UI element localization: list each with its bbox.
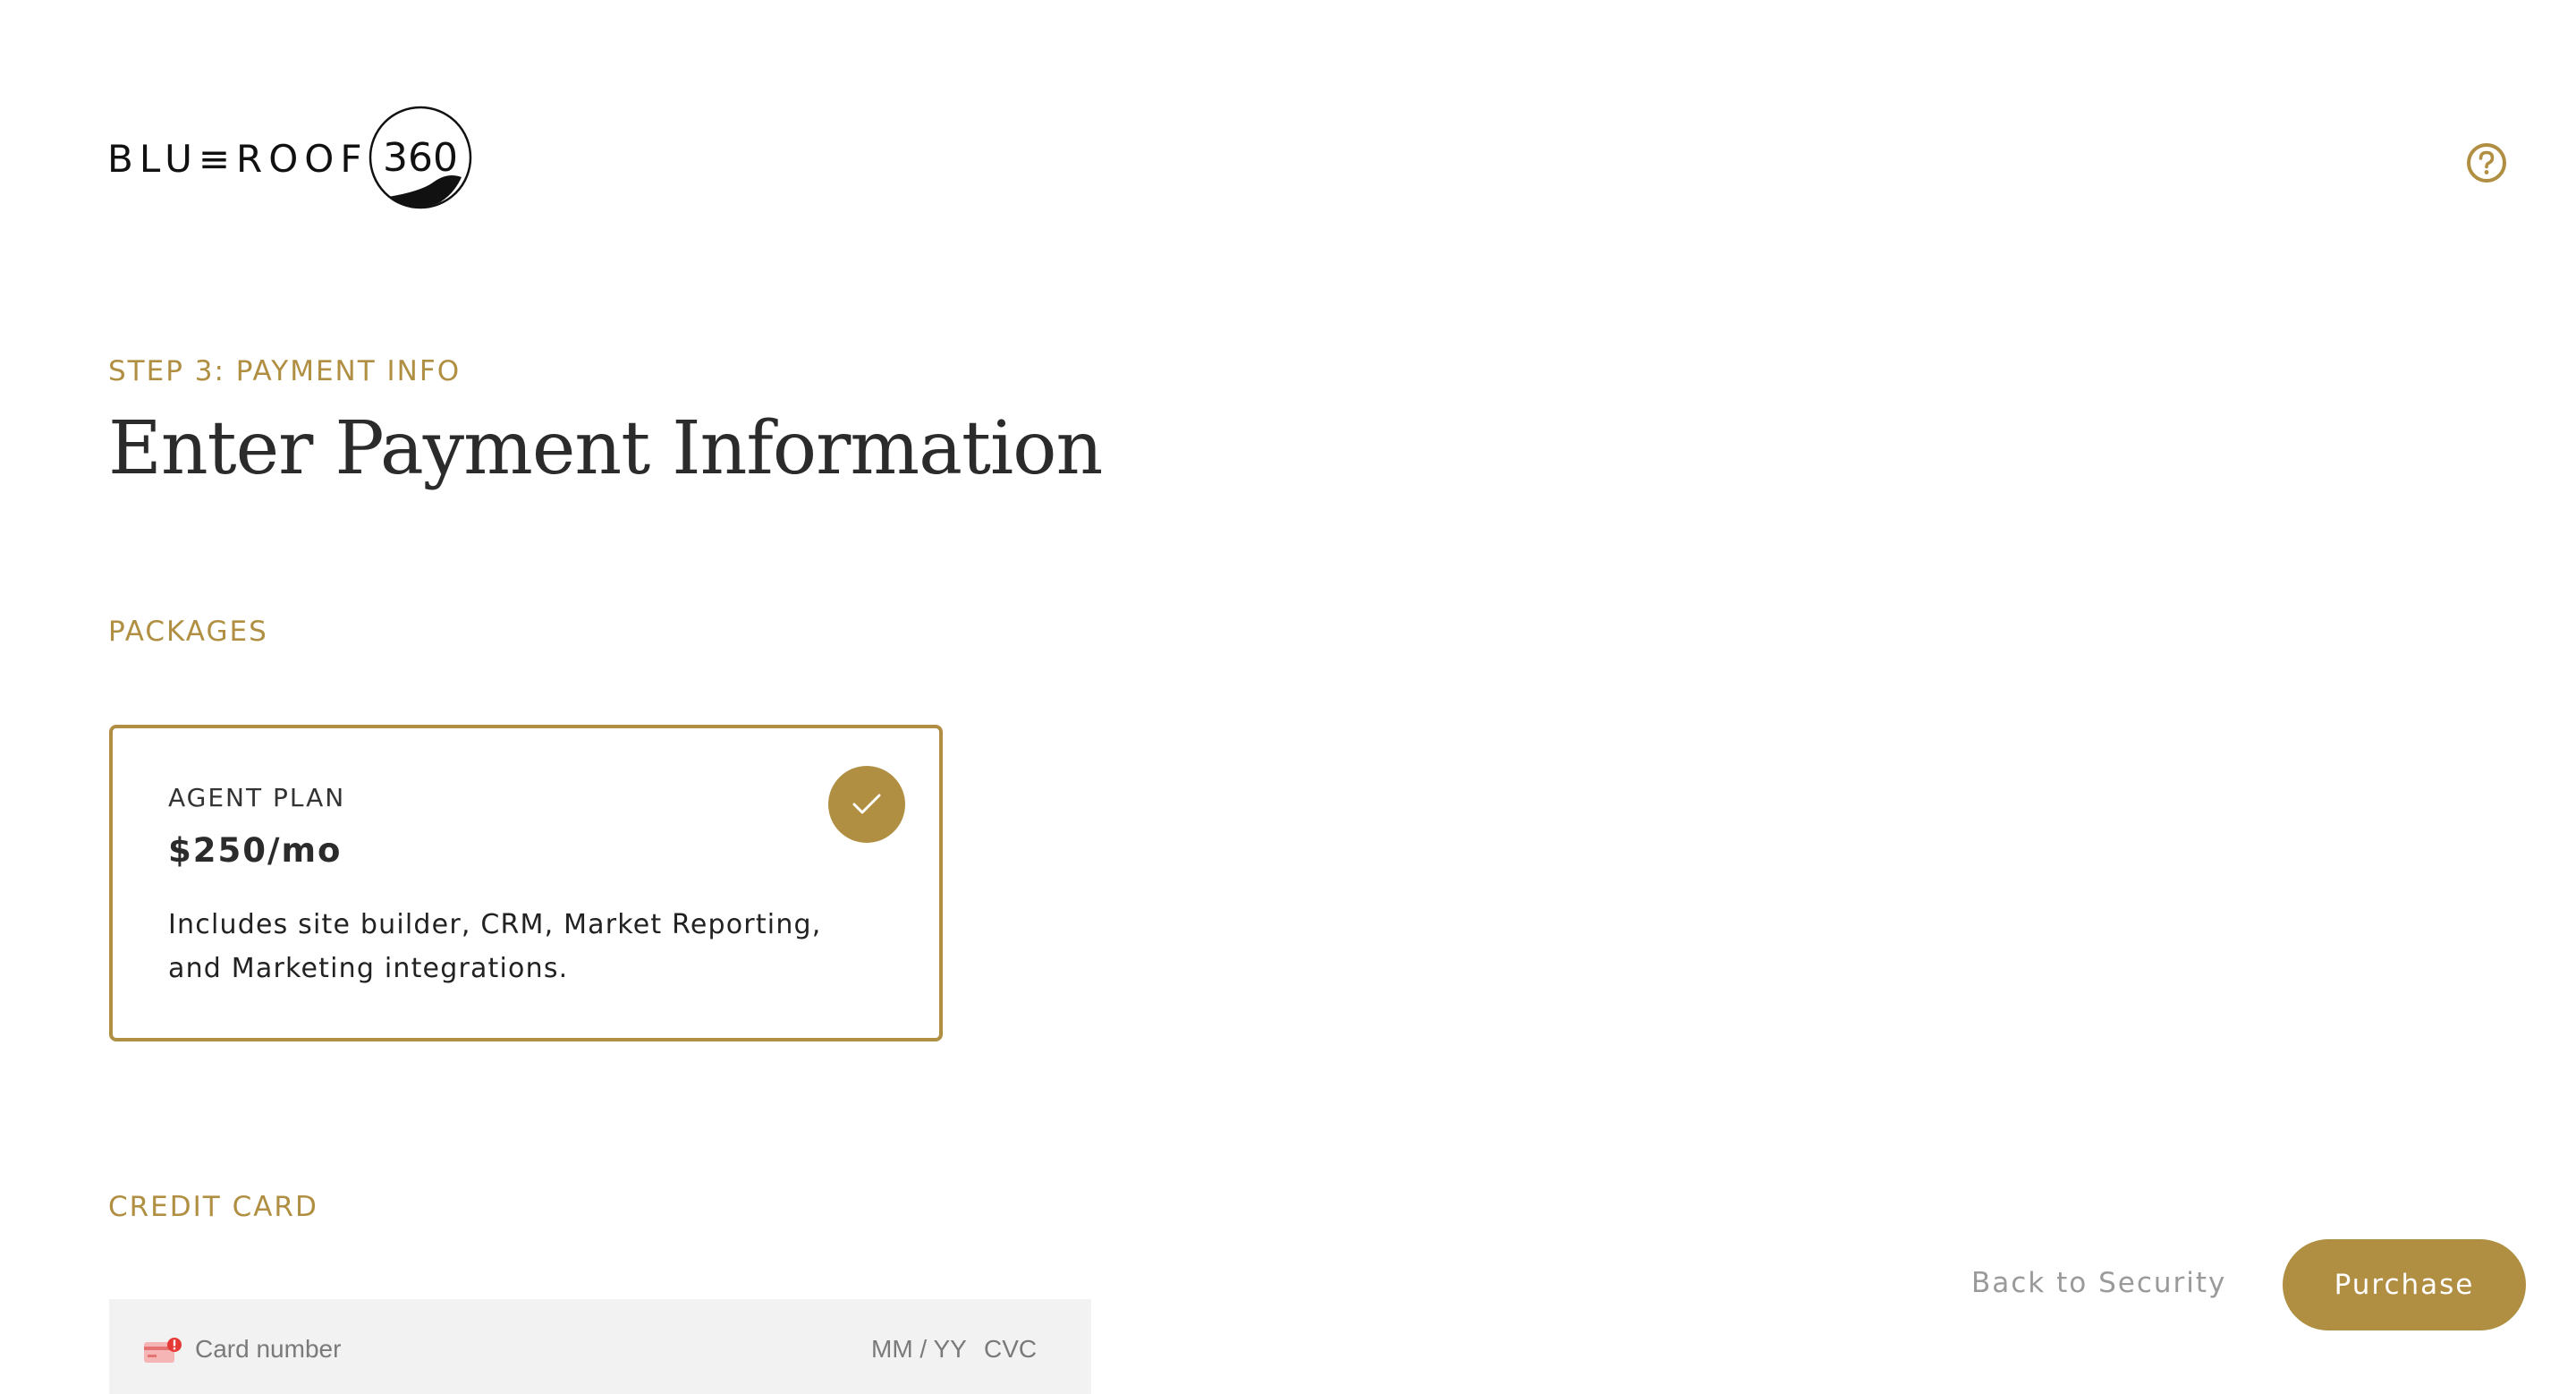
plan-card-agent[interactable]: AGENT PLAN $250/mo Includes site builder… — [109, 725, 943, 1041]
back-to-security-link[interactable]: Back to Security — [1971, 1270, 2226, 1297]
checkmark-icon — [852, 794, 881, 814]
credit-card-heading: CREDIT CARD — [108, 1191, 318, 1223]
card-input[interactable]: Card number MM / YY CVC — [109, 1299, 1091, 1394]
packages-heading: PACKAGES — [108, 616, 268, 648]
brand-wordmark: BLU≡ROOF — [107, 137, 369, 181]
question-circle-icon[interactable] — [2465, 141, 2508, 184]
card-expiry-field[interactable]: MM / YY — [871, 1337, 967, 1362]
plan-name: AGENT PLAN — [168, 783, 346, 812]
step-label: STEP 3: PAYMENT INFO — [108, 355, 462, 387]
plan-description: Includes site builder, CRM, Market Repor… — [168, 909, 822, 984]
page-title: Enter Payment Information — [108, 406, 1103, 491]
brand-number: 360 — [383, 134, 458, 181]
plan-price: $250/mo — [168, 831, 343, 870]
credit-card-error-icon — [144, 1338, 182, 1363]
selected-check-badge — [828, 766, 905, 843]
purchase-button[interactable]: Purchase — [2283, 1239, 2526, 1330]
card-cvc-field[interactable]: CVC — [984, 1337, 1037, 1362]
card-number-field[interactable]: Card number — [195, 1337, 341, 1362]
brand-logo[interactable]: BLU≡ROOF 360 — [107, 106, 472, 213]
